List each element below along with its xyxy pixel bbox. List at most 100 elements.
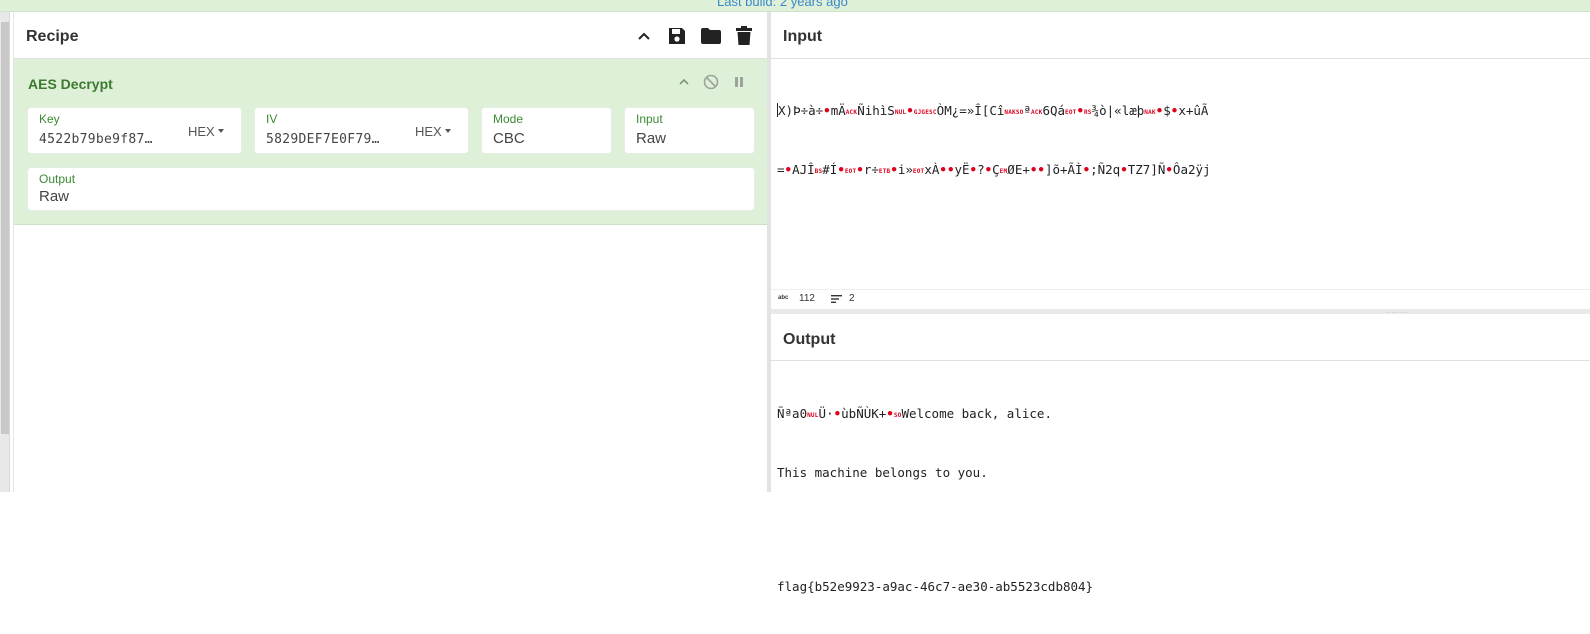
resize-handle-icon[interactable]: ........ (1386, 307, 1408, 315)
input-type-value: Raw (636, 130, 667, 147)
text-segment: Ü· (818, 406, 834, 421)
top-banner: Last build: 2 years ago (0, 0, 1590, 12)
text-segment: mÄ (830, 103, 846, 118)
text-segment: Ôa2ÿj (1172, 162, 1211, 177)
control-char-glyph: EOT (844, 168, 857, 175)
text-segment: Ñªa0 (777, 406, 808, 421)
nonprintable-dot: • (969, 162, 978, 177)
output-textarea[interactable]: Ñªa0NULÜ·•ùbÑÙK+•SOWelcome back, alice. … (777, 366, 1093, 634)
key-input[interactable]: 4522b79be9f87… (39, 132, 167, 147)
input-status-bar: abc 112 2 (771, 289, 1590, 309)
save-icon[interactable] (666, 25, 688, 47)
mode-value: CBC (493, 130, 525, 147)
collapse-chevron-icon[interactable] (674, 72, 694, 92)
disable-icon[interactable] (701, 72, 721, 92)
iv-format-label: HEX (415, 124, 442, 139)
input-line-2: =•AJÎBS#Í•EOT•r÷ETB•i»EOTxÀ••yË•?•ÇEMØE+… (777, 160, 1211, 181)
output-line-1-text: Welcome back, alice. (901, 406, 1052, 421)
nonprintable-dot: • (906, 103, 914, 118)
mode-label: Mode (493, 112, 524, 126)
output-line-1-prefix: Ñªa0NULÜ·•ùbÑÙK+•SO (777, 406, 901, 421)
chevron-down-icon (444, 128, 451, 133)
recipe-panel: Recipe AES Decrypt Key 4522b79be9f87… HE… (13, 13, 768, 492)
input-title: Input (783, 28, 823, 45)
control-char-glyph: NAK (1004, 109, 1016, 116)
output-header: Output (771, 314, 1590, 361)
text-length-icon: abc (778, 295, 789, 301)
chevron-down-icon (217, 128, 224, 133)
nonprintable-dot: • (1076, 103, 1084, 118)
mode-dropdown[interactable]: Mode CBC (482, 108, 611, 153)
nonprintable-dot: •• (1029, 162, 1045, 177)
text-segment: = (777, 162, 785, 177)
input-textarea[interactable]: X)Þ÷à÷•mÄACKÑihìSNUL•GJGESCÒM¿=»Î[CîNAKS… (777, 63, 1211, 219)
output-type-value: Raw (39, 188, 70, 205)
output-flag-line: flag{b52e9923-a9ac-46c7-ae30-ab5523cdb80… (777, 579, 1094, 594)
output-pane: Output Ñªa0NULÜ·•ùbÑÙK+•SOWelcome back, … (771, 314, 1590, 594)
key-format-dropdown[interactable]: HEX (188, 124, 224, 139)
control-char-glyph: EOT (1065, 109, 1077, 116)
text-segment: 6Qá (1042, 103, 1066, 118)
chevron-up-icon[interactable] (633, 25, 655, 47)
nonprintable-dot: • (886, 406, 894, 421)
input-lines: 2 (849, 293, 855, 304)
input-length: 112 (799, 293, 815, 304)
aes-decrypt-operation[interactable]: AES Decrypt Key 4522b79be9f87… HEX IV 58… (14, 59, 768, 225)
control-char-glyph: ESC (925, 109, 937, 116)
text-segment: ;Ñ2q (1090, 162, 1121, 177)
iv-input[interactable]: 5829DEF7E0F79… (266, 132, 394, 147)
nonprintable-dot: • (823, 103, 831, 118)
control-char-glyph: ACK (845, 109, 858, 116)
operations-scrollbar[interactable] (0, 12, 10, 492)
text-segment: ÒM¿=»Î[Cî (936, 103, 1005, 118)
control-char-glyph: ACK (1031, 109, 1043, 116)
input-line-1-content: X)Þ÷à÷•mÄACKÑihìSNUL•GJGESCÒM¿=»Î[CîNAKS… (778, 103, 1208, 118)
nonprintable-dot: • (837, 162, 845, 177)
output-line-3 (777, 520, 1093, 539)
output-line-2: This machine belongs to you. (777, 465, 988, 480)
text-segment: ]õ+ÃÌ (1044, 162, 1083, 177)
input-pane: Input X)Þ÷à÷•mÄACKÑihìSNUL•GJGESCÒM¿=»Î[… (771, 13, 1590, 289)
operation-title: AES Decrypt (28, 76, 113, 92)
lines-icon (831, 294, 842, 307)
key-label: Key (39, 112, 60, 126)
text-segment: ØE+ (1007, 162, 1030, 177)
control-char-glyph: EOT (912, 168, 925, 175)
control-char-glyph: NAK (1144, 109, 1156, 116)
text-segment: X)Þ÷à÷ (778, 103, 824, 118)
text-segment: $ (1163, 103, 1171, 118)
key-format-label: HEX (188, 124, 215, 139)
text-segment: #Í (822, 162, 838, 177)
key-field[interactable]: Key 4522b79be9f87… HEX (28, 108, 241, 153)
folder-icon[interactable] (700, 25, 722, 47)
output-title: Output (783, 331, 836, 348)
control-char-glyph: NUL (807, 412, 819, 419)
text-segment: yË (954, 162, 970, 177)
text-segment: r÷ (863, 162, 879, 177)
last-build-text: Last build: 2 years ago (717, 0, 848, 9)
scrollbar-thumb[interactable] (1, 22, 9, 434)
iv-field[interactable]: IV 5829DEF7E0F79… HEX (255, 108, 468, 153)
control-char-glyph: RS (1083, 109, 1092, 116)
nonprintable-dot: • (1082, 162, 1091, 177)
pause-icon[interactable] (729, 72, 749, 92)
iv-format-dropdown[interactable]: HEX (415, 124, 451, 139)
trash-icon[interactable] (733, 25, 755, 47)
nonprintable-dot: • (1120, 162, 1128, 177)
input-type-label: Input (636, 112, 663, 126)
text-segment: ? (977, 162, 985, 177)
text-segment: ª (1023, 103, 1031, 118)
input-header: Input (771, 13, 1590, 59)
text-segment: ùbÑÙK+ (841, 406, 887, 421)
nonprintable-dot: • (890, 162, 898, 177)
nonprintable-dot: •• (939, 162, 955, 177)
text-segment: TZ7]Ñ (1127, 162, 1166, 177)
nonprintable-dot: • (833, 406, 842, 421)
control-char-glyph: ETB (878, 168, 891, 175)
output-type-dropdown[interactable]: Output Raw (28, 168, 754, 210)
control-char-glyph: GJG (913, 109, 926, 116)
text-segment: x+ûÃ (1178, 103, 1209, 118)
output-type-label: Output (39, 172, 76, 186)
input-type-dropdown[interactable]: Input Raw (625, 108, 754, 153)
text-segment: ¾ò|«læþ (1091, 103, 1145, 118)
